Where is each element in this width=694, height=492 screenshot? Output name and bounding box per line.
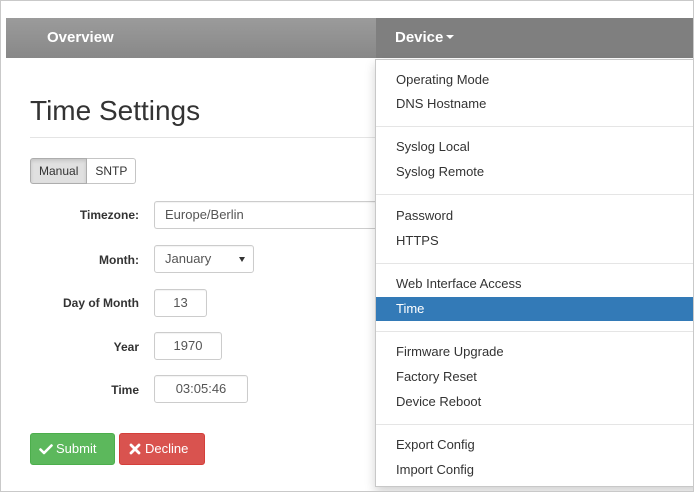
time-value: 03:05:46 [175,381,227,396]
top-navbar: Overview Device [6,18,693,58]
timezone-value: Europe/Berlin [165,207,244,222]
menu-item-firmware-upgrade[interactable]: Firmware Upgrade [376,340,693,364]
nav-device-dropdown-toggle[interactable]: Device [376,18,693,58]
close-icon [128,442,142,456]
menu-divider [376,424,693,425]
menu-item-syslog-remote[interactable]: Syslog Remote [376,160,693,184]
timezone-label: Timezone: [79,208,139,222]
select-arrow-icon [239,257,245,262]
sntp-mode-button[interactable]: SNTP [87,158,137,184]
checkmark-icon [39,442,53,456]
menu-item-password[interactable]: Password [376,204,693,228]
year-value: 1970 [173,338,203,353]
month-label: Month: [99,253,139,267]
menu-divider [376,194,693,195]
submit-button[interactable]: Submit [30,433,115,465]
menu-divider [376,331,693,332]
manual-mode-button[interactable]: Manual [30,158,88,184]
decline-label: Decline [145,441,189,456]
menu-item-factory-reset[interactable]: Factory Reset [376,365,693,389]
title-divider [30,137,390,138]
device-dropdown-menu: Operating Mode DNS Hostname Syslog Local… [375,59,693,487]
menu-divider [376,263,693,264]
menu-item-web-interface-access[interactable]: Web Interface Access [376,272,693,296]
menu-item-syslog-local[interactable]: Syslog Local [376,135,693,159]
year-input[interactable]: 1970 [154,332,222,360]
month-value: January [165,251,212,266]
menu-item-device-reboot[interactable]: Device Reboot [376,390,693,414]
app-window: Overview Device Time Settings Manual SNT… [0,0,694,492]
time-label: Time [111,383,139,397]
timezone-input[interactable]: Europe/Berlin [154,201,384,229]
menu-item-time[interactable]: Time [376,297,693,321]
day-of-month-input[interactable]: 13 [154,289,207,317]
nav-overview-label: Overview [47,29,114,46]
menu-item-operating-mode[interactable]: Operating Mode [376,68,693,92]
decline-button[interactable]: Decline [119,433,205,465]
menu-divider [376,126,693,127]
caret-down-icon [446,35,455,40]
menu-item-import-config[interactable]: Import Config [376,458,693,482]
nav-overview[interactable]: Overview [47,18,114,58]
mode-toggle-group: Manual SNTP [30,158,137,184]
submit-label: Submit [56,441,97,456]
time-input[interactable]: 03:05:46 [154,375,248,403]
menu-item-dns-hostname[interactable]: DNS Hostname [376,92,693,116]
day-of-month-value: 13 [173,295,188,310]
menu-item-export-config[interactable]: Export Config [376,433,693,457]
year-label: Year [113,340,139,354]
nav-device-label: Device [395,29,444,46]
month-select[interactable]: January [154,245,254,273]
day-of-month-label: Day of Month [63,296,139,310]
menu-item-https[interactable]: HTTPS [376,229,693,253]
page-title: Time Settings [30,95,201,126]
